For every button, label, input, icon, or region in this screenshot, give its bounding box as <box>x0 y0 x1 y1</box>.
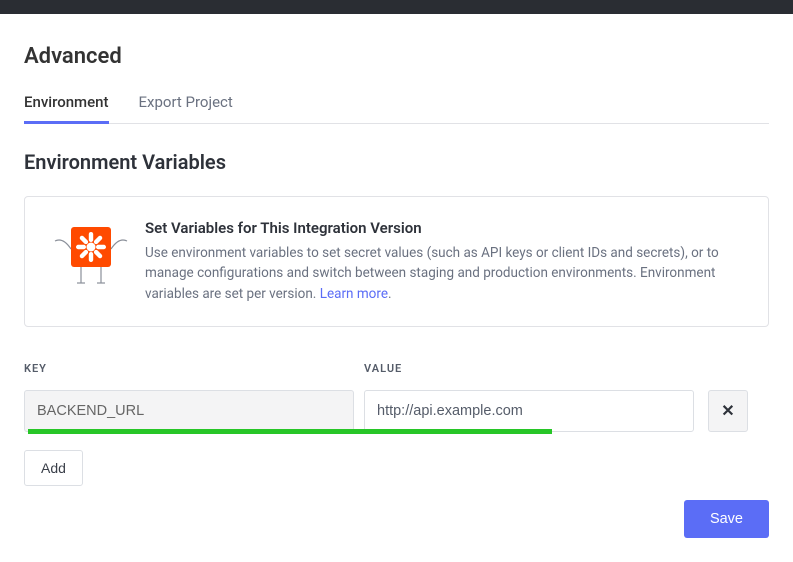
save-button[interactable]: Save <box>684 500 769 538</box>
learn-more-link[interactable]: Learn more <box>320 286 388 302</box>
footer-actions: Save <box>24 500 769 538</box>
tab-bar: Environment Export Project <box>24 83 769 124</box>
info-body-text: Use environment variables to set secret … <box>145 245 719 302</box>
info-body: Use environment variables to set secret … <box>145 243 744 304</box>
kv-header-row: KEY VALUE <box>24 357 769 376</box>
add-button[interactable]: Add <box>24 450 83 486</box>
key-input[interactable] <box>24 390 354 432</box>
tab-export-project[interactable]: Export Project <box>139 83 233 123</box>
close-icon: ✕ <box>721 401 734 420</box>
page-title: Advanced <box>24 44 769 69</box>
tab-environment[interactable]: Environment <box>24 83 109 123</box>
remove-row-button[interactable]: ✕ <box>708 390 748 432</box>
env-var-row: ✕ <box>24 390 769 432</box>
value-column-label: VALUE <box>364 362 402 375</box>
value-input[interactable] <box>364 390 694 432</box>
info-text: Set Variables for This Integration Versi… <box>137 219 744 304</box>
zapier-asterisk-icon <box>51 223 131 287</box>
integration-icon-wrap <box>45 219 137 287</box>
info-card: Set Variables for This Integration Versi… <box>24 196 769 327</box>
key-column-label: KEY <box>24 362 47 375</box>
info-heading: Set Variables for This Integration Versi… <box>145 219 744 237</box>
section-title: Environment Variables <box>24 150 769 174</box>
tab-environment-label: Environment <box>24 93 109 111</box>
highlight-bar <box>28 429 552 434</box>
save-button-label: Save <box>710 511 743 527</box>
info-body-suffix: . <box>388 286 392 302</box>
content-container: Advanced Environment Export Project Envi… <box>0 14 793 562</box>
tab-export-label: Export Project <box>139 93 233 111</box>
add-button-label: Add <box>41 460 66 476</box>
top-navbar <box>0 0 793 14</box>
